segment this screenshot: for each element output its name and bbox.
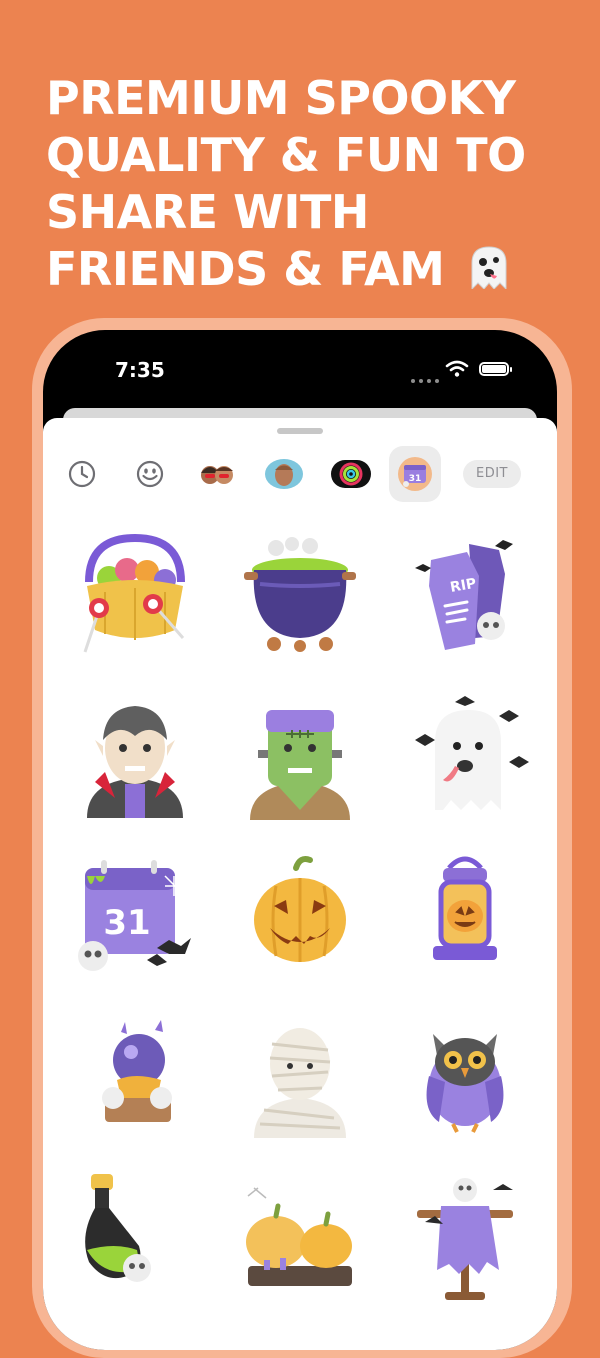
- tab-activity[interactable]: [325, 446, 377, 502]
- tab-memoji[interactable]: [258, 446, 310, 502]
- svg-text:31: 31: [103, 903, 150, 943]
- phone-screen: 7:35 31 EDIT RIP 31: [43, 330, 557, 1350]
- tab-recent[interactable]: [56, 446, 108, 502]
- sticker-lantern[interactable]: [395, 846, 535, 986]
- halloween-pack-icon: 31: [398, 457, 432, 491]
- sticker-sheet: 31 EDIT RIP 31: [43, 418, 557, 1350]
- sticker-vampire[interactable]: [65, 686, 205, 826]
- tab-halloween-pack[interactable]: 31: [389, 446, 441, 502]
- sticker-ghost-with-bats[interactable]: [395, 686, 535, 826]
- sticker-calendar-31[interactable]: 31: [65, 846, 205, 986]
- edit-button[interactable]: EDIT: [463, 460, 521, 488]
- ghost-emoji-icon: [471, 246, 507, 289]
- headline-line: QUALITY & FUN TO: [46, 128, 526, 182]
- headline: PREMIUM SPOOKY QUALITY & FUN TO SHARE WI…: [46, 70, 586, 298]
- tab-memoji-kids[interactable]: [191, 446, 243, 502]
- sticker-potion-bottle[interactable]: [65, 1166, 205, 1306]
- sticker-candy-basket[interactable]: [65, 526, 205, 666]
- sticker-scarecrow[interactable]: [395, 1166, 535, 1306]
- sticker-witch-cauldron[interactable]: [230, 526, 370, 666]
- sticker-mummy[interactable]: [230, 1006, 370, 1146]
- svg-text:31: 31: [409, 474, 422, 484]
- headline-line: PREMIUM SPOOKY: [46, 71, 516, 125]
- activity-rings-icon: [331, 460, 371, 488]
- sticker-tab-bar: 31 EDIT: [43, 446, 557, 506]
- signal-dots-icon: [411, 370, 443, 388]
- sticker-rip-coffin[interactable]: RIP: [395, 526, 535, 666]
- recent-clock-icon: [68, 460, 96, 488]
- sticker-crystal-ball[interactable]: [65, 1006, 205, 1146]
- emoji-smiley-icon: [136, 460, 164, 488]
- headline-line: SHARE WITH: [46, 185, 369, 239]
- sticker-pumpkins-candles[interactable]: [230, 1166, 370, 1306]
- memoji-face-icon: [265, 459, 303, 489]
- tab-emoji[interactable]: [124, 446, 176, 502]
- sticker-frankenstein[interactable]: [230, 686, 370, 826]
- status-time: 7:35: [115, 358, 165, 382]
- battery-icon: [479, 362, 512, 376]
- headline-line: FRIENDS & FAM: [46, 241, 586, 298]
- sheet-grabber[interactable]: [277, 428, 323, 434]
- wifi-icon: [445, 360, 469, 377]
- sticker-jack-o-lantern[interactable]: [230, 846, 370, 986]
- headline-text: FRIENDS & FAM: [46, 242, 445, 296]
- memoji-kids-icon: [201, 466, 233, 484]
- sticker-owl[interactable]: [395, 1006, 535, 1146]
